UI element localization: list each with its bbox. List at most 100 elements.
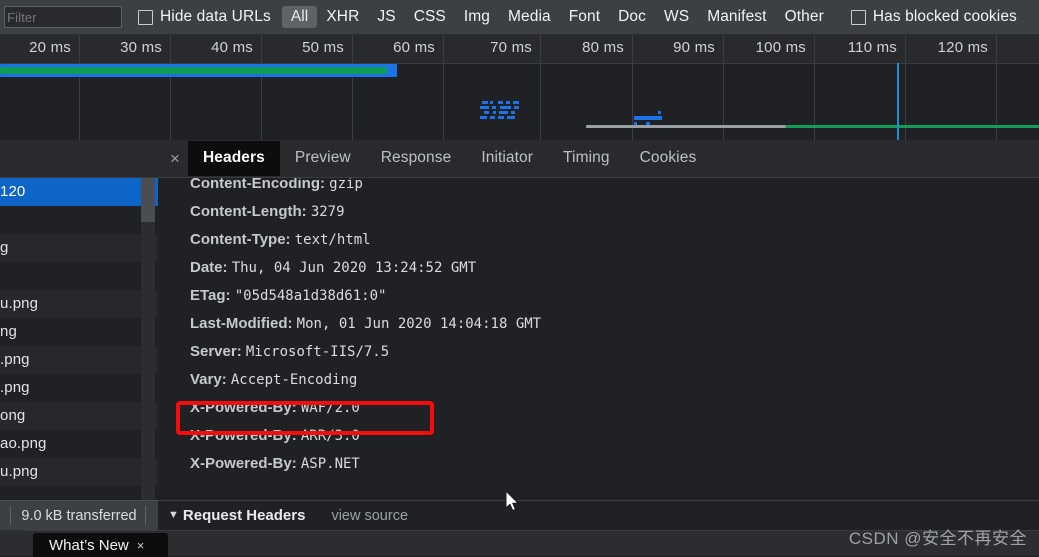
header-name: Last-Modified: (190, 315, 293, 332)
request-name: u.png (0, 463, 39, 480)
request-row[interactable]: u.png (0, 290, 158, 318)
header-row: Last-Modified: Mon, 01 Jun 2020 14:04:18… (158, 310, 1039, 338)
header-name: Vary: (190, 371, 227, 388)
request-row-selected[interactable]: 120 (0, 178, 158, 206)
transferred-size-label: 9.0 kB transferred (21, 507, 137, 524)
request-list-scrollbar[interactable] (141, 178, 155, 518)
filter-type-all[interactable]: All (281, 6, 318, 28)
filter-type-other[interactable]: Other (776, 6, 833, 28)
waterfall-bar-cluster (480, 101, 540, 123)
ruler-tick-label: 40 ms (211, 39, 253, 56)
request-row[interactable]: .png (0, 374, 158, 402)
filter-type-manifest[interactable]: Manifest (698, 6, 775, 28)
request-list[interactable]: 120 g u.png ng .png .png ong ao.png u.pn… (0, 140, 159, 556)
tab-initiator[interactable]: Initiator (466, 141, 548, 176)
request-row[interactable]: g (0, 234, 158, 262)
filter-type-doc[interactable]: Doc (609, 6, 655, 28)
header-name: Content-Length: (190, 203, 307, 220)
header-value: "05d548a1d38d61:0" (234, 288, 387, 304)
close-icon[interactable]: × (162, 150, 188, 167)
tab-timing[interactable]: Timing (548, 141, 625, 176)
header-row: Server: Microsoft-IIS/7.5 (158, 338, 1039, 366)
header-value: Thu, 04 Jun 2020 13:24:52 GMT (231, 260, 477, 276)
request-name: .png (0, 379, 30, 396)
hide-data-urls-checkbox[interactable]: Hide data URLs (138, 8, 271, 26)
scrollbar-thumb[interactable] (141, 178, 155, 222)
header-name: X-Powered-By: (190, 399, 297, 416)
filter-type-js[interactable]: JS (368, 6, 404, 28)
waterfall-bar-small (634, 111, 664, 125)
ruler-tick-label: 60 ms (393, 39, 435, 56)
tab-cookies[interactable]: Cookies (625, 141, 712, 176)
ruler-tick-label: 50 ms (302, 39, 344, 56)
request-row[interactable]: .png (0, 346, 158, 374)
header-name: Content-Type: (190, 231, 291, 248)
hide-data-urls-label: Hide data URLs (160, 8, 271, 25)
header-value: Mon, 01 Jun 2020 14:04:18 GMT (296, 316, 542, 332)
header-name: Content-Encoding: (190, 178, 325, 192)
ruler-tick-label: 110 ms (847, 39, 897, 56)
request-row[interactable] (0, 262, 158, 290)
header-name: X-Powered-By: (190, 427, 297, 444)
filter-input[interactable] (4, 6, 122, 28)
ruler-gridline (352, 35, 353, 140)
ruler-gridline (540, 35, 541, 140)
chevron-down-icon[interactable]: ▼ (168, 510, 179, 521)
ruler-gridline (443, 35, 444, 140)
filter-type-xhr[interactable]: XHR (317, 6, 368, 28)
filter-type-ws[interactable]: WS (655, 6, 698, 28)
view-source-link[interactable]: view source (331, 508, 408, 524)
network-timeline-overview[interactable]: 20 ms 30 ms 40 ms 50 ms 60 ms 70 ms 80 m… (0, 35, 1039, 140)
browser-tab-whats-new[interactable]: What’s New × (33, 533, 168, 557)
header-row: ETag: "05d548a1d38d61:0" (158, 282, 1039, 310)
request-name: 120 (0, 183, 26, 200)
header-name: Date: (190, 259, 228, 276)
request-headers-title: Request Headers (182, 507, 306, 524)
resource-type-filters: All XHR JS CSS Img Media Font Doc WS Man… (281, 6, 833, 28)
request-row[interactable] (0, 206, 158, 234)
watermark: CSDN @安全不再安全 (848, 529, 1027, 548)
header-name: X-Powered-By: (190, 455, 297, 472)
request-row[interactable]: u.png (0, 458, 158, 486)
tab-response[interactable]: Response (366, 141, 467, 176)
header-row: X-Powered-By: ASP.NET (158, 450, 1039, 478)
ruler-tick-label: 100 ms (755, 39, 806, 56)
waterfall-bar-transfer (786, 125, 1039, 128)
tab-headers[interactable]: Headers (188, 141, 280, 176)
filter-type-font[interactable]: Font (560, 6, 609, 28)
waterfall-bar-main-download (0, 67, 387, 74)
summary-divider (145, 506, 146, 525)
request-row[interactable]: ao.png (0, 430, 158, 458)
request-list-header (0, 140, 158, 178)
request-row[interactable]: ong (0, 402, 158, 430)
header-value: ASP.NET (300, 456, 360, 472)
response-headers-list[interactable]: Content-Encoding: gzip Content-Length: 3… (158, 178, 1039, 518)
ruler-gridline (79, 35, 80, 140)
tab-preview[interactable]: Preview (280, 141, 366, 176)
filter-type-img[interactable]: Img (455, 6, 499, 28)
filter-type-css[interactable]: CSS (405, 6, 455, 28)
ruler-tick-label: 120 ms (937, 39, 988, 56)
checkbox-box-icon (138, 9, 153, 25)
header-value: 3279 (310, 204, 345, 220)
request-name: ng (0, 323, 17, 340)
network-summary-bar: 9.0 kB transferred (0, 500, 158, 530)
header-row: Vary: Accept-Encoding (158, 366, 1039, 394)
request-name: ong (0, 407, 26, 424)
header-row: Date: Thu, 04 Jun 2020 13:24:52 GMT (158, 254, 1039, 282)
checkbox-box-icon (850, 9, 866, 25)
header-name: ETag: (190, 287, 231, 304)
close-icon[interactable]: × (137, 538, 145, 553)
request-name: .png (0, 351, 30, 368)
request-detail-pane: × Headers Preview Response Initiator Tim… (158, 140, 1039, 556)
has-blocked-cookies-checkbox[interactable]: Has blocked cookies (850, 8, 1017, 26)
request-row[interactable]: ng (0, 318, 158, 346)
ruler-tick-label: 30 ms (120, 39, 162, 56)
filter-type-media[interactable]: Media (499, 6, 560, 28)
waterfall-bar-waiting (586, 125, 786, 128)
header-value: WAF/2.0 (300, 400, 360, 416)
dom-content-loaded-marker (897, 63, 899, 140)
header-value: ARR/3.0 (300, 428, 360, 444)
browser-tab-title: What’s New (49, 536, 129, 554)
detail-tabstrip: × Headers Preview Response Initiator Tim… (158, 140, 1039, 178)
